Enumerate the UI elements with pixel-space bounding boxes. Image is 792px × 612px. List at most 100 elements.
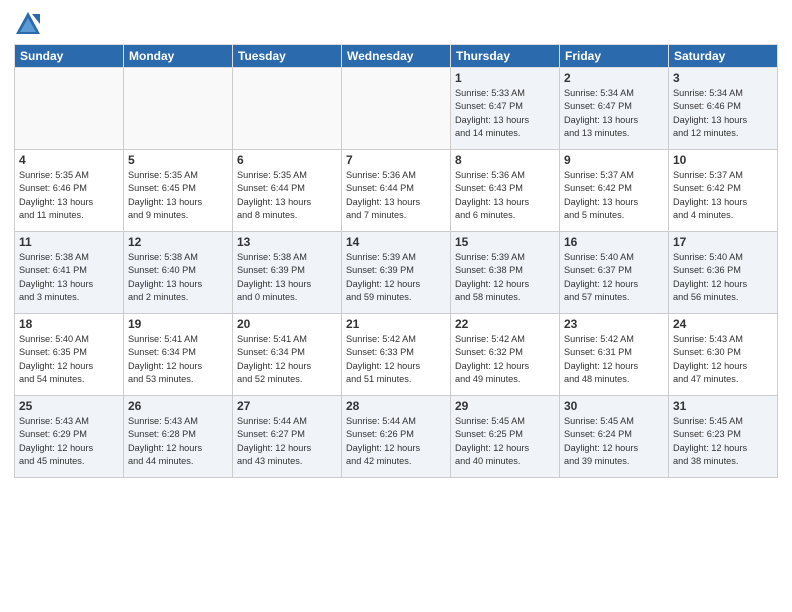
calendar-week-row: 25 Sunrise: 5:43 AMSunset: 6:29 PMDayligh… bbox=[15, 396, 778, 478]
day-info: Sunrise: 5:38 AMSunset: 6:40 PMDaylight:… bbox=[128, 251, 228, 304]
day-info: Sunrise: 5:39 AMSunset: 6:38 PMDaylight:… bbox=[455, 251, 555, 304]
day-number: 24 bbox=[673, 317, 773, 331]
day-info: Sunrise: 5:42 AMSunset: 6:33 PMDaylight:… bbox=[346, 333, 446, 386]
table-row: 10 Sunrise: 5:37 AMSunset: 6:42 PMDayligh… bbox=[669, 150, 778, 232]
day-number: 22 bbox=[455, 317, 555, 331]
calendar-day-header: Friday bbox=[560, 45, 669, 68]
table-row: 18Sunrise: 5:40 AMSunset: 6:35 PMDayligh… bbox=[15, 314, 124, 396]
table-row bbox=[342, 68, 451, 150]
day-info: Sunrise: 5:45 AMSunset: 6:23 PMDaylight:… bbox=[673, 415, 773, 468]
day-info: Sunrise: 5:40 AMSunset: 6:37 PMDaylight:… bbox=[564, 251, 664, 304]
day-number: 30 bbox=[564, 399, 664, 413]
day-number: 29 bbox=[455, 399, 555, 413]
table-row: 21 Sunrise: 5:42 AMSunset: 6:33 PMDayligh… bbox=[342, 314, 451, 396]
calendar: SundayMondayTuesdayWednesdayThursdayFrid… bbox=[14, 44, 778, 478]
calendar-week-row: 4 Sunrise: 5:35 AMSunset: 6:46 PMDaylight… bbox=[15, 150, 778, 232]
day-number: 3 bbox=[673, 71, 773, 85]
table-row: 29 Sunrise: 5:45 AMSunset: 6:25 PMDayligh… bbox=[451, 396, 560, 478]
table-row bbox=[124, 68, 233, 150]
table-row: 19Sunrise: 5:41 AMSunset: 6:34 PMDayligh… bbox=[124, 314, 233, 396]
table-row bbox=[233, 68, 342, 150]
day-info: Sunrise: 5:42 AMSunset: 6:31 PMDaylight:… bbox=[564, 333, 664, 386]
day-info: Sunrise: 5:43 AMSunset: 6:28 PMDaylight:… bbox=[128, 415, 228, 468]
day-number: 11 bbox=[19, 235, 119, 249]
day-info: Sunrise: 5:34 AMSunset: 6:47 PMDaylight:… bbox=[564, 87, 664, 140]
calendar-day-header: Sunday bbox=[15, 45, 124, 68]
day-info: Sunrise: 5:35 AMSunset: 6:45 PMDaylight:… bbox=[128, 169, 228, 222]
calendar-week-row: 1 Sunrise: 5:33 AMSunset: 6:47 PMDaylight… bbox=[15, 68, 778, 150]
page: SundayMondayTuesdayWednesdayThursdayFrid… bbox=[0, 0, 792, 612]
day-number: 21 bbox=[346, 317, 446, 331]
day-number: 13 bbox=[237, 235, 337, 249]
day-number: 31 bbox=[673, 399, 773, 413]
day-number: 10 bbox=[673, 153, 773, 167]
logo-icon bbox=[14, 10, 42, 38]
table-row: 14 Sunrise: 5:39 AMSunset: 6:39 PMDayligh… bbox=[342, 232, 451, 314]
day-number: 18 bbox=[19, 317, 119, 331]
calendar-day-header: Monday bbox=[124, 45, 233, 68]
day-info: Sunrise: 5:40 AMSunset: 6:36 PMDaylight:… bbox=[673, 251, 773, 304]
calendar-week-row: 11 Sunrise: 5:38 AMSunset: 6:41 PMDayligh… bbox=[15, 232, 778, 314]
calendar-day-header: Thursday bbox=[451, 45, 560, 68]
table-row: 5 Sunrise: 5:35 AMSunset: 6:45 PMDaylight… bbox=[124, 150, 233, 232]
day-number: 9 bbox=[564, 153, 664, 167]
day-info: Sunrise: 5:36 AMSunset: 6:43 PMDaylight:… bbox=[455, 169, 555, 222]
day-number: 25 bbox=[19, 399, 119, 413]
day-info: Sunrise: 5:39 AMSunset: 6:39 PMDaylight:… bbox=[346, 251, 446, 304]
day-number: 8 bbox=[455, 153, 555, 167]
calendar-day-header: Wednesday bbox=[342, 45, 451, 68]
day-number: 20 bbox=[237, 317, 337, 331]
calendar-header-row: SundayMondayTuesdayWednesdayThursdayFrid… bbox=[15, 45, 778, 68]
table-row: 26 Sunrise: 5:43 AMSunset: 6:28 PMDayligh… bbox=[124, 396, 233, 478]
day-info: Sunrise: 5:43 AMSunset: 6:30 PMDaylight:… bbox=[673, 333, 773, 386]
table-row: 13 Sunrise: 5:38 AMSunset: 6:39 PMDayligh… bbox=[233, 232, 342, 314]
day-info: Sunrise: 5:44 AMSunset: 6:27 PMDaylight:… bbox=[237, 415, 337, 468]
day-number: 7 bbox=[346, 153, 446, 167]
table-row: 17Sunrise: 5:40 AMSunset: 6:36 PMDayligh… bbox=[669, 232, 778, 314]
day-number: 6 bbox=[237, 153, 337, 167]
day-info: Sunrise: 5:38 AMSunset: 6:39 PMDaylight:… bbox=[237, 251, 337, 304]
day-info: Sunrise: 5:38 AMSunset: 6:41 PMDaylight:… bbox=[19, 251, 119, 304]
table-row: 16 Sunrise: 5:40 AMSunset: 6:37 PMDayligh… bbox=[560, 232, 669, 314]
day-info: Sunrise: 5:35 AMSunset: 6:44 PMDaylight:… bbox=[237, 169, 337, 222]
day-number: 4 bbox=[19, 153, 119, 167]
logo bbox=[14, 10, 46, 38]
day-info: Sunrise: 5:42 AMSunset: 6:32 PMDaylight:… bbox=[455, 333, 555, 386]
table-row: 12 Sunrise: 5:38 AMSunset: 6:40 PMDayligh… bbox=[124, 232, 233, 314]
calendar-day-header: Tuesday bbox=[233, 45, 342, 68]
day-info: Sunrise: 5:36 AMSunset: 6:44 PMDaylight:… bbox=[346, 169, 446, 222]
day-number: 5 bbox=[128, 153, 228, 167]
table-row: 15 Sunrise: 5:39 AMSunset: 6:38 PMDayligh… bbox=[451, 232, 560, 314]
table-row: 4 Sunrise: 5:35 AMSunset: 6:46 PMDaylight… bbox=[15, 150, 124, 232]
day-number: 15 bbox=[455, 235, 555, 249]
day-info: Sunrise: 5:37 AMSunset: 6:42 PMDaylight:… bbox=[673, 169, 773, 222]
table-row: 30 Sunrise: 5:45 AMSunset: 6:24 PMDayligh… bbox=[560, 396, 669, 478]
day-info: Sunrise: 5:33 AMSunset: 6:47 PMDaylight:… bbox=[455, 87, 555, 140]
table-row: 23 Sunrise: 5:42 AMSunset: 6:31 PMDayligh… bbox=[560, 314, 669, 396]
day-info: Sunrise: 5:43 AMSunset: 6:29 PMDaylight:… bbox=[19, 415, 119, 468]
table-row bbox=[15, 68, 124, 150]
day-info: Sunrise: 5:45 AMSunset: 6:24 PMDaylight:… bbox=[564, 415, 664, 468]
day-number: 26 bbox=[128, 399, 228, 413]
day-info: Sunrise: 5:35 AMSunset: 6:46 PMDaylight:… bbox=[19, 169, 119, 222]
day-info: Sunrise: 5:45 AMSunset: 6:25 PMDaylight:… bbox=[455, 415, 555, 468]
table-row: 3Sunrise: 5:34 AMSunset: 6:46 PMDaylight… bbox=[669, 68, 778, 150]
table-row: 22 Sunrise: 5:42 AMSunset: 6:32 PMDayligh… bbox=[451, 314, 560, 396]
table-row: 1 Sunrise: 5:33 AMSunset: 6:47 PMDaylight… bbox=[451, 68, 560, 150]
table-row: 25 Sunrise: 5:43 AMSunset: 6:29 PMDayligh… bbox=[15, 396, 124, 478]
day-info: Sunrise: 5:44 AMSunset: 6:26 PMDaylight:… bbox=[346, 415, 446, 468]
day-info: Sunrise: 5:41 AMSunset: 6:34 PMDaylight:… bbox=[128, 333, 228, 386]
table-row: 11 Sunrise: 5:38 AMSunset: 6:41 PMDayligh… bbox=[15, 232, 124, 314]
day-number: 14 bbox=[346, 235, 446, 249]
day-number: 27 bbox=[237, 399, 337, 413]
day-number: 23 bbox=[564, 317, 664, 331]
day-info: Sunrise: 5:41 AMSunset: 6:34 PMDaylight:… bbox=[237, 333, 337, 386]
table-row: 7 Sunrise: 5:36 AMSunset: 6:44 PMDaylight… bbox=[342, 150, 451, 232]
table-row: 28Sunrise: 5:44 AMSunset: 6:26 PMDayligh… bbox=[342, 396, 451, 478]
table-row: 2Sunrise: 5:34 AMSunset: 6:47 PMDaylight… bbox=[560, 68, 669, 150]
table-row: 24 Sunrise: 5:43 AMSunset: 6:30 PMDayligh… bbox=[669, 314, 778, 396]
day-number: 16 bbox=[564, 235, 664, 249]
day-number: 12 bbox=[128, 235, 228, 249]
day-number: 1 bbox=[455, 71, 555, 85]
day-info: Sunrise: 5:37 AMSunset: 6:42 PMDaylight:… bbox=[564, 169, 664, 222]
